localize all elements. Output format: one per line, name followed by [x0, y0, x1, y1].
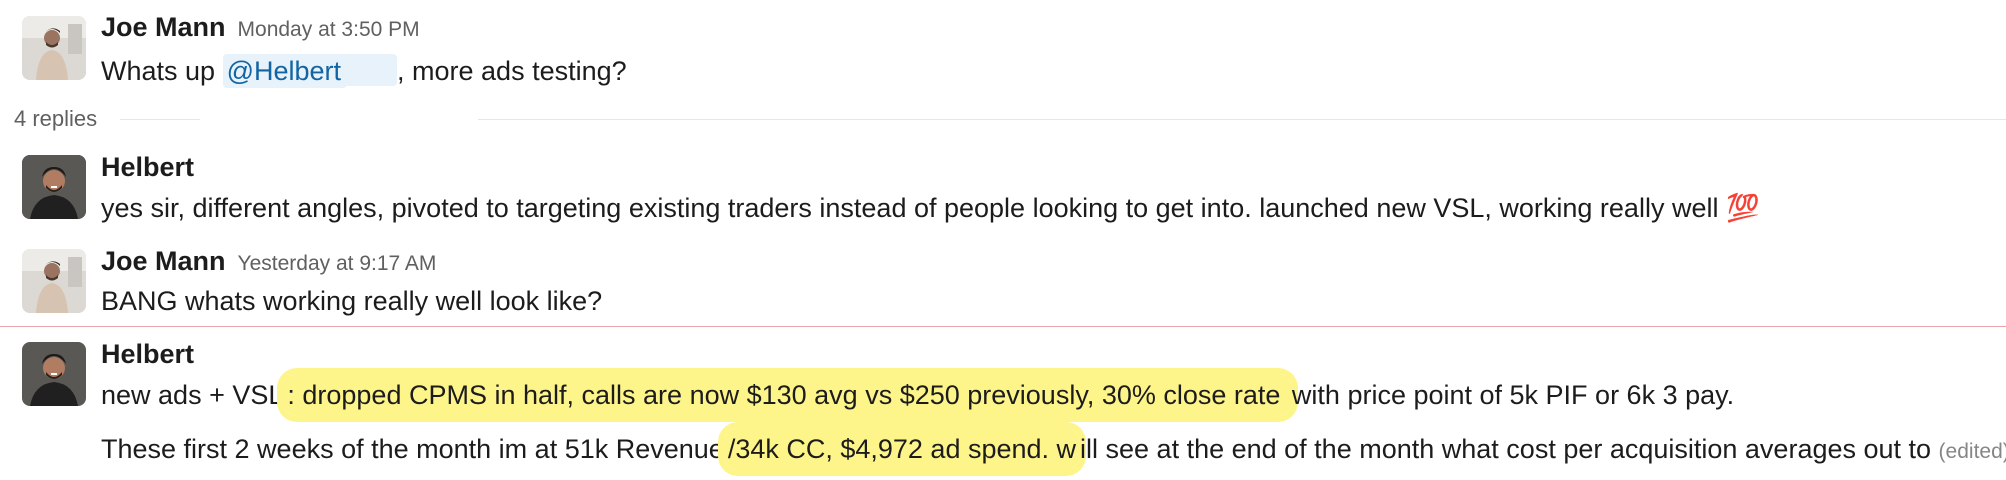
replies-count[interactable]: 4 replies — [14, 106, 97, 132]
hundred-points-emoji-icon: 💯 — [1725, 193, 1760, 223]
timestamp[interactable]: Yesterday at 9:17 AM — [238, 252, 437, 275]
message-text-after: , more ads testing? — [397, 56, 627, 86]
helbert-avatar-icon — [22, 155, 86, 219]
avatar-joe[interactable] — [22, 249, 86, 313]
sender-name[interactable]: Helbert — [101, 339, 194, 369]
user-mention[interactable]: @Helbert — [222, 54, 348, 88]
thread-replies-divider: 4 replies — [0, 102, 2006, 138]
avatar-helbert[interactable] — [22, 342, 86, 406]
message-text-before: Whats up — [101, 56, 223, 86]
highlighted-text: : dropped CPMS in half, calls are now $1… — [283, 374, 1292, 416]
text-segment: new ads + VSL — [101, 380, 284, 410]
message-text: Whats up @Helbert , more ads testing? — [101, 54, 627, 88]
divider-line — [120, 119, 200, 120]
joe-avatar-icon — [22, 16, 86, 80]
message-body: yes sir, different angles, pivoted to ta… — [101, 193, 1726, 223]
sender-name[interactable]: Joe Mann — [101, 246, 226, 276]
avatar-helbert[interactable] — [22, 155, 86, 219]
message-text: BANG whats working really well look like… — [101, 286, 603, 316]
timestamp[interactable]: Monday at 3:50 PM — [238, 18, 420, 41]
highlighted-text: /34k CC, $4,972 ad spend. w — [723, 428, 1081, 470]
text-segment: These first 2 weeks of the month im at 5… — [101, 434, 724, 464]
text-segment: ill see at the end of the month what cos… — [1080, 434, 1939, 464]
message-line-2: These first 2 weeks of the month im at 5… — [101, 428, 2006, 470]
text-segment: with price point of 5k PIF or 6k 3 pay. — [1291, 380, 1735, 410]
mention-trailing-space — [341, 54, 398, 86]
helbert-avatar-icon — [22, 342, 86, 406]
divider-line — [478, 119, 2006, 120]
edited-label: (edited) — [1938, 440, 2006, 463]
message-line-1: new ads + VSL: dropped CPMS in half, cal… — [101, 374, 1735, 416]
new-messages-divider — [0, 326, 2006, 327]
sender-name[interactable]: Joe Mann — [101, 12, 226, 42]
joe-avatar-icon — [22, 249, 86, 313]
message-text: yes sir, different angles, pivoted to ta… — [101, 192, 1760, 224]
sender-name[interactable]: Helbert — [101, 152, 194, 182]
avatar-joe[interactable] — [22, 16, 86, 80]
